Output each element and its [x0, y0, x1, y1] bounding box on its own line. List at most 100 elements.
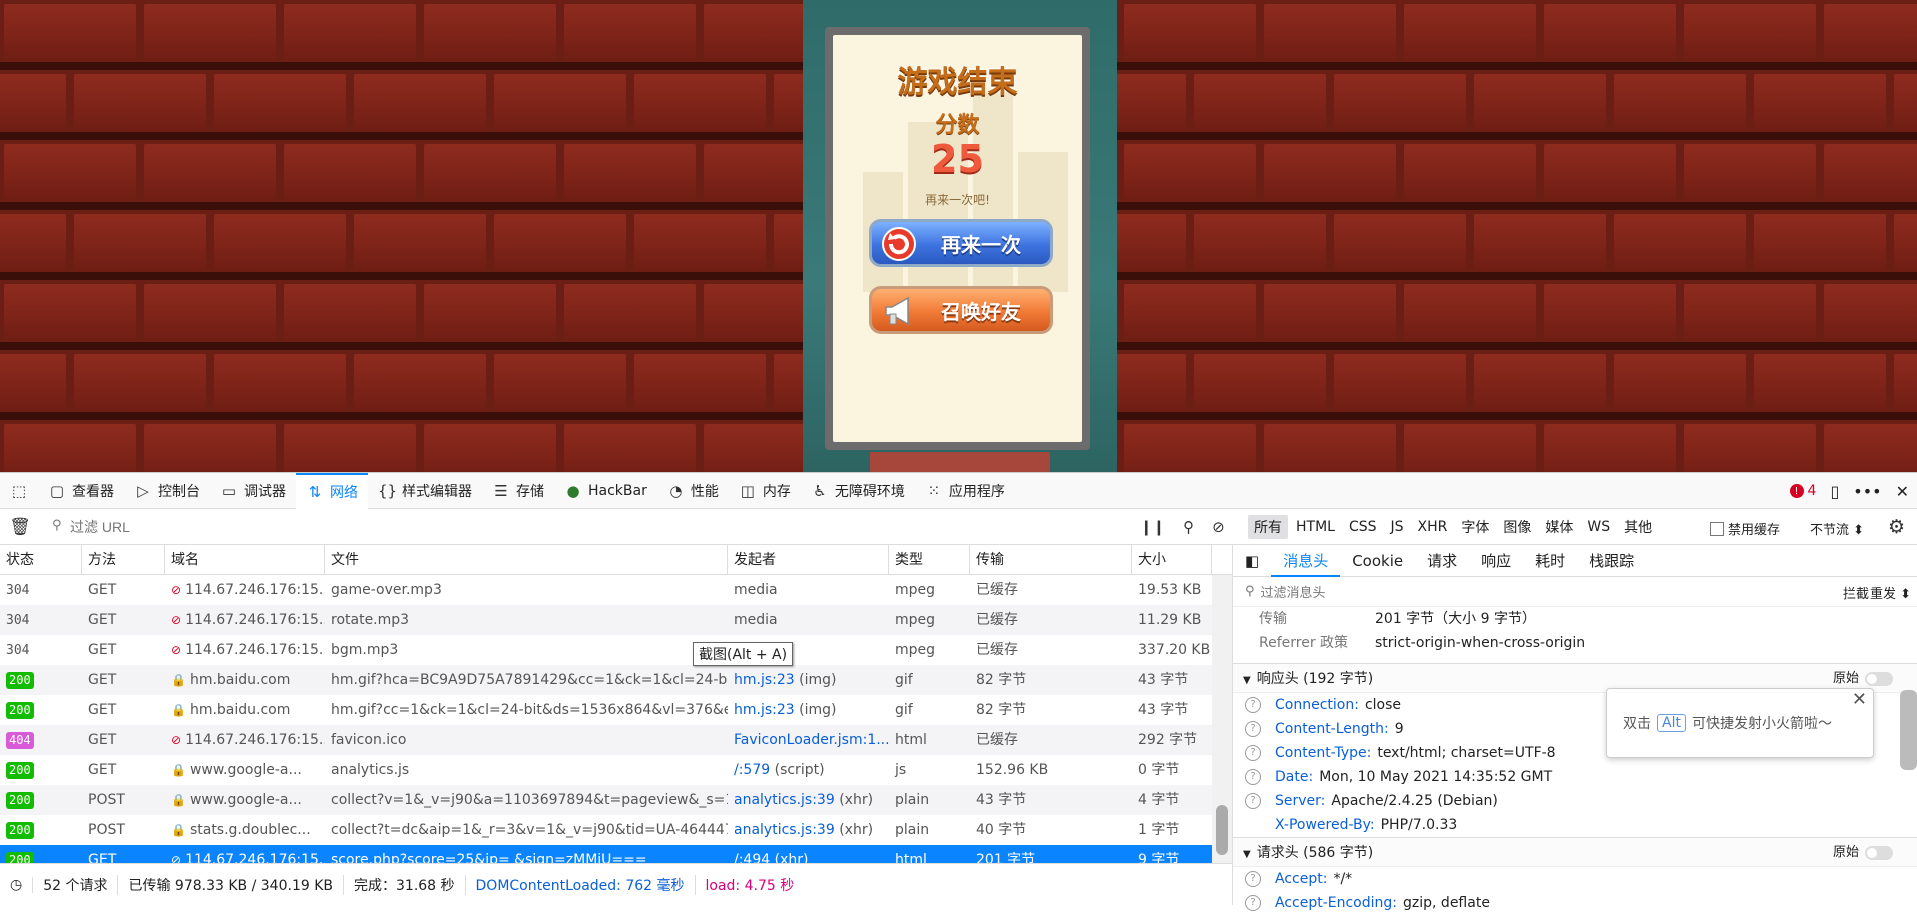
tab-console[interactable]: ▷ 控制台 — [124, 473, 210, 509]
tab-network[interactable]: ⇅ 网络 — [296, 472, 368, 509]
col-type[interactable]: 类型 — [889, 545, 970, 575]
tab-cookie[interactable]: Cookie — [1340, 545, 1415, 577]
type-filter-all[interactable]: 所有 — [1248, 515, 1288, 539]
table-row[interactable]: 304GET⊘114.67.246.176:15...bgm.mp3mediam… — [0, 635, 1212, 665]
table-row[interactable]: 200 GET 🔒 hm.baidu.com hm.gif?cc=1&ck=1&cl=2… — [0, 695, 1212, 725]
type-filter-other[interactable]: 其他 — [1618, 515, 1658, 539]
domain: 114.67.246.176:15... — [185, 612, 325, 628]
brick — [1614, 354, 1746, 412]
type-filter-media[interactable]: 媒体 — [1539, 515, 1579, 539]
disable-cache-checkbox[interactable]: 禁用缓存 — [1710, 519, 1780, 538]
screenshot-tooltip: 截图(Alt + A) — [693, 642, 794, 666]
scroll-thumb[interactable] — [1216, 805, 1228, 855]
tab-storage[interactable]: ☰ 存储 — [482, 473, 554, 509]
search-icon[interactable]: ⚲ — [1183, 518, 1194, 536]
tab-response[interactable]: 响应 — [1469, 545, 1523, 577]
brick — [74, 74, 206, 132]
table-row[interactable]: 200 POST 🔒 stats.g.doublec... collect?t=dc&a… — [0, 815, 1212, 845]
tab-accessibility[interactable]: ♿ 无障碍环境 — [801, 473, 915, 509]
table-row[interactable]: 200 GET ⊘ 114.67.246.176:15... score.php?sco… — [0, 845, 1212, 863]
close-icon[interactable]: ✕ — [1852, 689, 1867, 710]
url-filter-input[interactable] — [46, 515, 1126, 539]
type-filter-image[interactable]: 图像 — [1497, 515, 1537, 539]
transfer-cell: 已缓存 — [970, 725, 1132, 755]
brick — [1334, 74, 1466, 132]
throttle-select[interactable]: 不节流 ⬍ — [1810, 519, 1864, 538]
table-row[interactable]: 200 GET 🔒 hm.baidu.com hm.gif?hca=BC9A9D75A7… — [0, 665, 1212, 695]
tab-inspector[interactable]: ▢ 查看器 — [38, 473, 124, 509]
tab-debugger[interactable]: ▭ 调试器 — [210, 473, 296, 509]
block-button[interactable]: 拦截 — [1843, 583, 1869, 602]
block-icon[interactable]: ⊘ — [1212, 518, 1225, 536]
pause-icon[interactable]: ❙❙ — [1140, 518, 1165, 536]
help-icon[interactable]: ? — [1245, 769, 1261, 785]
tab-application[interactable]: ⁙ 应用程序 — [915, 473, 1015, 509]
col-method[interactable]: 方法 — [82, 545, 165, 575]
request-headers-section[interactable]: ▼ 请求头 (586 字节) 原始 — [1233, 837, 1917, 867]
headers-filter[interactable]: ⚲ 过滤消息头 拦截 重发 ⬍ — [1233, 577, 1917, 607]
brick — [1404, 144, 1536, 202]
gear-icon[interactable]: ⚙ — [1888, 516, 1905, 538]
table-row[interactable]: 304 GET ⊘ 114.67.246.176:15... rotate.mp3 med… — [0, 605, 1212, 635]
type-filter-js[interactable]: JS — [1385, 517, 1410, 537]
method: GET — [88, 732, 117, 748]
devtools-toolbar: ⬚ ▢ 查看器 ▷ 控制台 ▭ 调试器 ⇅ 网络 {} 样式编辑器 ☰ 存储 ● HackBa… — [0, 472, 1917, 509]
table-row[interactable]: 200 GET 🔒 www.google-a... analytics.js /:579 … — [0, 755, 1212, 785]
header-value: PHP/7.0.33 — [1380, 817, 1458, 833]
size-cell: 19.53 KB — [1132, 575, 1212, 605]
tab-hackbar[interactable]: ● HackBar — [554, 473, 657, 509]
help-icon[interactable]: ? — [1245, 793, 1261, 809]
tab-stack-trace[interactable]: 栈跟踪 — [1577, 545, 1646, 577]
size-cell: 1 字节 — [1132, 815, 1212, 845]
col-size[interactable]: 大小 — [1132, 545, 1212, 575]
tab-performance[interactable]: ◔ 性能 — [657, 473, 729, 509]
tab-headers[interactable]: 消息头 — [1271, 545, 1341, 577]
type-filter-html[interactable]: HTML — [1290, 517, 1341, 537]
col-transfer[interactable]: 传输 — [970, 545, 1132, 575]
tab-style-editor[interactable]: {} 样式编辑器 — [368, 473, 482, 509]
brick — [1334, 214, 1466, 272]
help-icon[interactable]: ? — [1245, 871, 1261, 887]
type-filter-xhr[interactable]: XHR — [1412, 517, 1454, 537]
help-icon[interactable]: ? — [1245, 895, 1261, 911]
col-initiator[interactable]: 发起者 — [728, 545, 889, 575]
file-name: bgm.mp3 — [331, 642, 399, 658]
tab-timings[interactable]: 耗时 — [1523, 545, 1577, 577]
error-count-badge[interactable]: ! 4 — [1789, 483, 1816, 499]
table-scrollbar[interactable] — [1212, 575, 1232, 863]
retry-button[interactable]: 再来一次 — [869, 219, 1053, 267]
sidebar-toggle-icon[interactable]: ◧ — [1233, 545, 1271, 577]
share-button[interactable]: 召唤好友 — [869, 286, 1053, 334]
help-icon[interactable]: ? — [1245, 697, 1261, 713]
table-row[interactable]: 304 GET ⊘ 114.67.246.176:15... game-over.mp3… — [0, 575, 1212, 605]
col-file[interactable]: 文件 — [325, 545, 728, 575]
transfer-row: 传输 201 字节（大小 9 字节） — [1233, 607, 1917, 631]
transfer-cell: 82 字节 — [970, 665, 1132, 695]
table-row[interactable]: 200 POST 🔒 www.google-a... collect?v=1&_v=j9… — [0, 785, 1212, 815]
close-icon[interactable]: ✕ — [1896, 482, 1909, 501]
table-row[interactable]: 404 GET ⊘ 114.67.246.176:15... favicon.ico Fa… — [0, 725, 1212, 755]
method-cell: GET — [82, 755, 165, 785]
tab-request[interactable]: 请求 — [1415, 545, 1469, 577]
resend-button[interactable]: 重发 ⬍ — [1870, 583, 1911, 602]
brick — [4, 4, 136, 62]
element-picker-button[interactable]: ⬚ — [0, 473, 38, 509]
dock-icon[interactable]: ▯ — [1830, 482, 1839, 501]
raw-toggle[interactable]: 原始 — [1833, 838, 1893, 868]
method-cell: POST — [82, 785, 165, 815]
domain-cell: 🔒 hm.baidu.com — [165, 695, 325, 725]
clear-icon[interactable]: 🗑 — [0, 517, 40, 537]
more-icon[interactable]: ••• — [1853, 482, 1881, 501]
type-filter-ws[interactable]: WS — [1581, 517, 1616, 537]
tab-memory[interactable]: ◫ 内存 — [729, 473, 801, 509]
type-filter-font[interactable]: 字体 — [1455, 515, 1495, 539]
brick — [1544, 4, 1676, 62]
help-icon[interactable]: ? — [1245, 745, 1261, 761]
tab-label: HackBar — [588, 482, 647, 499]
type-filter-css[interactable]: CSS — [1343, 517, 1383, 537]
type-cell: plain — [889, 815, 970, 845]
col-status[interactable]: 状态 — [0, 545, 82, 575]
panel-scrollbar[interactable] — [1900, 690, 1917, 770]
col-domain[interactable]: 域名 — [165, 545, 325, 575]
help-icon[interactable]: ? — [1245, 721, 1261, 737]
